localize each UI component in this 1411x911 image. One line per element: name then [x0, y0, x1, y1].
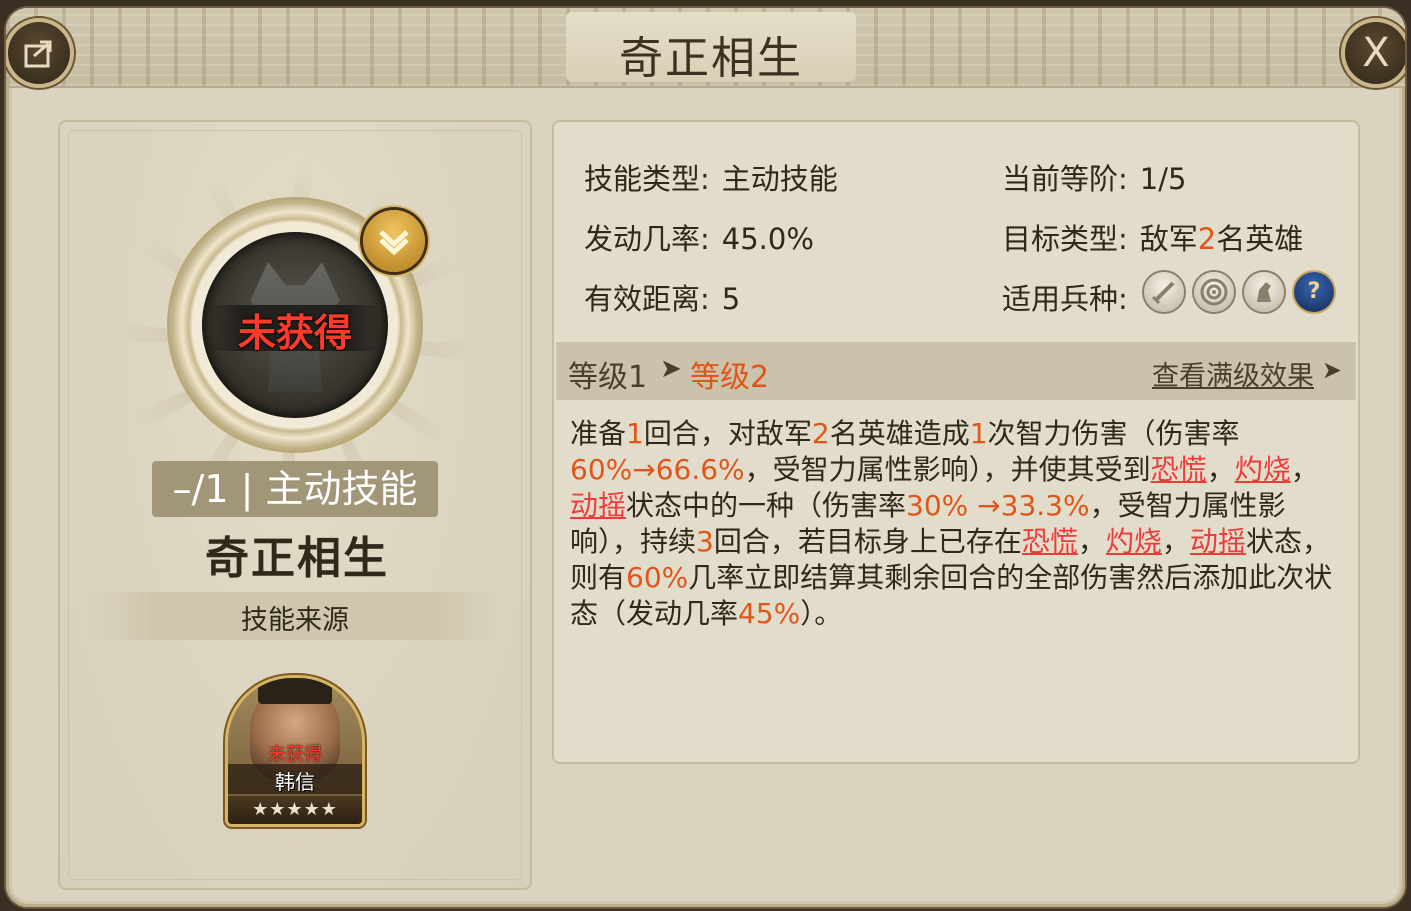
- window-title: 奇正相生: [619, 33, 803, 84]
- desc-text: ）。: [800, 597, 843, 630]
- target-icon[interactable]: [1194, 272, 1234, 312]
- skill-type-value: 主动技能: [721, 162, 838, 196]
- status-link-waver[interactable]: 动摇: [570, 489, 626, 522]
- status-link-burn[interactable]: 灼烧: [1235, 453, 1291, 486]
- trigger-rate-row: 发动几率: 45.0%: [584, 216, 814, 258]
- close-icon: X: [1362, 30, 1390, 76]
- troop-row: 适用兵种:: [1002, 276, 1128, 318]
- close-button[interactable]: X: [1345, 22, 1405, 84]
- desc-number: 60%→66.6%: [570, 453, 745, 486]
- desc-number: 3: [696, 525, 714, 558]
- desc-text: 名英雄造成: [829, 417, 970, 450]
- desc-text: ，: [1161, 525, 1190, 558]
- chevron-right-icon[interactable]: ➤: [1322, 356, 1342, 384]
- desc-text: ，: [1206, 453, 1235, 486]
- hero-name: 韩信: [275, 770, 315, 794]
- desc-text: 回合，对敌军: [643, 417, 812, 450]
- desc-text: ，: [1290, 453, 1319, 486]
- desc-number: 45%: [738, 597, 801, 630]
- current-rank-row: 当前等阶: 1/5: [1002, 156, 1186, 198]
- status-link-waver[interactable]: 动摇: [1190, 525, 1246, 558]
- level-current: 等级1: [568, 360, 648, 395]
- status-link-panic[interactable]: 恐慌: [1151, 453, 1207, 486]
- desc-number: 60%: [626, 561, 689, 594]
- desc-number: 1: [969, 417, 988, 450]
- trigger-rate-label: 发动几率:: [584, 222, 710, 256]
- skill-tag: –/1 | 主动技能: [152, 461, 438, 517]
- skill-type-row: 技能类型: 主动技能: [584, 156, 838, 198]
- desc-text: 回合，若目标身上已存在: [713, 525, 1022, 558]
- desc-text: 准备: [570, 417, 627, 450]
- range-label: 有效距离:: [584, 282, 710, 316]
- desc-text: 状态中的一种（伤害率: [626, 489, 907, 522]
- target-type-count: 2: [1197, 222, 1217, 256]
- current-rank-value: 1/5: [1139, 162, 1187, 196]
- skill-detail-window: 奇正相生 X 未获得 –/1 | 主动技能 奇正相生 技能来源 未获得 韩信 ★…: [6, 8, 1405, 907]
- current-rank-label: 当前等阶:: [1002, 162, 1128, 196]
- level-arrow-icon: ➤: [660, 354, 682, 384]
- target-type-suffix: 名英雄: [1216, 222, 1304, 256]
- status-link-burn[interactable]: 灼烧: [1106, 525, 1162, 558]
- hero-hat: [258, 678, 332, 704]
- desc-number: 2: [811, 417, 830, 450]
- share-icon: [24, 40, 52, 68]
- view-max-level-link[interactable]: 查看满级效果: [1152, 354, 1314, 393]
- skill-info-panel: 技能类型: 主动技能 当前等阶: 1/5 发动几率: 45.0% 目标类型: 敌军2名英…: [552, 120, 1360, 764]
- share-button[interactable]: [8, 22, 70, 84]
- desc-text: 次智力伤害（伤害率: [987, 417, 1240, 450]
- sword-icon[interactable]: [1144, 272, 1184, 312]
- desc-text: ，受智力属性影响），并使其受到: [744, 453, 1151, 486]
- hero-stars: ★★★★★: [252, 799, 338, 820]
- chevron-down-icon[interactable]: [363, 210, 425, 272]
- skill-description: 准备1回合，对敌军2名英雄造成1次智力伤害（伤害率60%→66.6%，受智力属性…: [570, 416, 1340, 632]
- skill-card: 未获得 –/1 | 主动技能 奇正相生 技能来源 未获得 韩信 ★★★★★: [58, 120, 532, 890]
- range-row: 有效距离: 5: [584, 276, 740, 318]
- trigger-rate-value: 45.0%: [721, 222, 814, 256]
- target-type-prefix: 敌军: [1139, 222, 1198, 256]
- troop-icons: ?: [1144, 272, 1334, 312]
- question-icon[interactable]: ?: [1294, 272, 1334, 312]
- skill-source-label: 技能来源: [241, 605, 349, 636]
- hero-status-label: 未获得: [268, 744, 322, 765]
- range-value: 5: [721, 282, 741, 316]
- skill-type-label: 技能类型:: [584, 162, 710, 196]
- skill-status-label: 未获得: [237, 311, 352, 355]
- desc-number: 30% →33.3%: [906, 489, 1090, 522]
- desc-text: ，: [1077, 525, 1106, 558]
- troop-label: 适用兵种:: [1002, 282, 1128, 316]
- level-next: 等级2: [690, 360, 770, 395]
- status-link-panic[interactable]: 恐慌: [1022, 525, 1078, 558]
- horse-icon[interactable]: [1244, 272, 1284, 312]
- desc-number: 1: [626, 417, 644, 450]
- skill-name: 奇正相生: [205, 533, 389, 584]
- target-type-label: 目标类型:: [1002, 222, 1128, 256]
- hero-card[interactable]: 未获得 韩信 ★★★★★: [228, 678, 362, 824]
- target-type-row: 目标类型: 敌军2名英雄: [1002, 216, 1303, 258]
